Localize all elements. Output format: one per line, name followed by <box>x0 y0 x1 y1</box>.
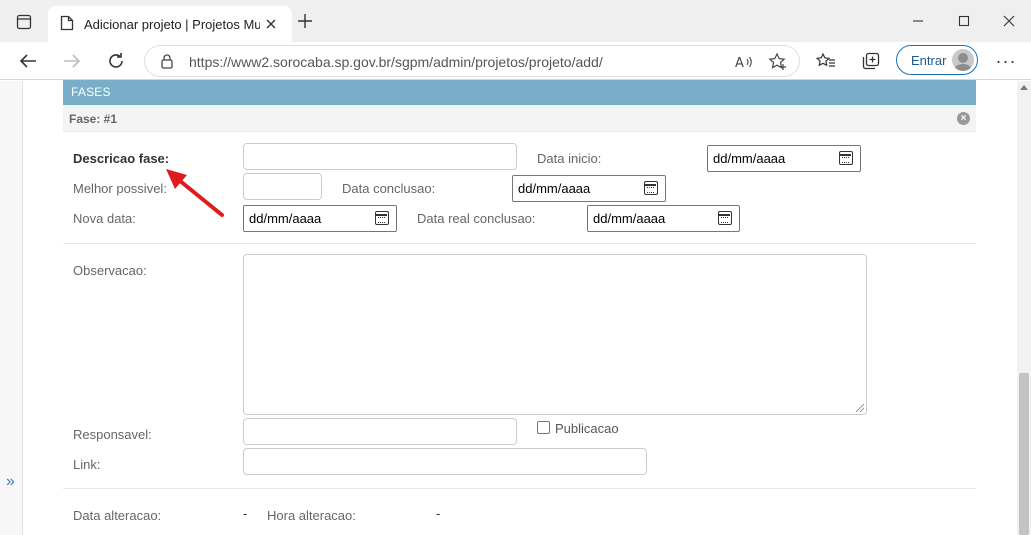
melhor-possivel-input[interactable] <box>243 173 322 200</box>
browser-toolbar: https://www2.sorocaba.sp.gov.br/sgpm/adm… <box>0 42 1031 80</box>
module-header: FASES <box>63 80 976 105</box>
calendar-icon[interactable] <box>839 151 853 165</box>
refresh-icon[interactable] <box>102 47 130 75</box>
data-inicio-input[interactable]: dd/mm/aaaa <box>707 145 861 172</box>
data-alteracao-label: Data alteracao: <box>73 508 162 523</box>
scroll-thumb[interactable] <box>1019 373 1029 535</box>
data-real-conclusao-value: dd/mm/aaaa <box>593 211 666 226</box>
signin-label: Entrar <box>911 52 947 68</box>
new-tab-icon[interactable] <box>294 10 316 32</box>
minimize-icon[interactable] <box>905 10 931 32</box>
calendar-icon[interactable] <box>375 211 389 225</box>
url-text[interactable]: https://www2.sorocaba.sp.gov.br/sgpm/adm… <box>189 54 603 70</box>
expand-sidebar-icon[interactable]: » <box>6 473 15 491</box>
data-conclusao-input[interactable]: dd/mm/aaaa <box>512 175 666 202</box>
favorites-icon[interactable] <box>812 47 840 75</box>
publicacao-label: Publicacao <box>555 421 619 436</box>
link-label: Link: <box>73 457 101 472</box>
tab-close-icon[interactable] <box>262 15 280 33</box>
row-divider <box>63 488 976 489</box>
forward-icon <box>58 47 86 75</box>
annotation-arrow-icon <box>166 169 224 217</box>
nova-data-input[interactable]: dd/mm/aaaa <box>243 205 397 232</box>
data-conclusao-value: dd/mm/aaaa <box>518 181 591 196</box>
data-inicio-value: dd/mm/aaaa <box>713 151 786 166</box>
browser-tab-bar: Adicionar projeto | Projetos Mun <box>0 0 1031 42</box>
responsavel-label: Responsavel: <box>73 427 152 442</box>
row-divider <box>63 243 976 244</box>
hora-alteracao-label: Hora alteracao: <box>267 508 356 523</box>
scroll-up-icon[interactable] <box>1020 85 1028 90</box>
hora-alteracao-value: - <box>436 506 441 521</box>
page-favicon-icon <box>60 15 74 34</box>
maximize-icon[interactable] <box>951 10 977 32</box>
nova-data-value: dd/mm/aaaa <box>249 211 322 226</box>
descricao-fase-input[interactable] <box>243 143 517 170</box>
data-real-conclusao-label: Data real conclusao: <box>417 211 536 226</box>
nova-data-label: Nova data: <box>73 211 136 226</box>
responsavel-input[interactable] <box>243 418 517 445</box>
lock-icon[interactable] <box>161 54 173 72</box>
avatar <box>952 49 974 71</box>
observacao-label: Observacao: <box>73 263 147 278</box>
data-conclusao-label: Data conclusao: <box>342 181 436 196</box>
calendar-icon[interactable] <box>644 181 658 195</box>
browser-tab[interactable]: Adicionar projeto | Projetos Mun <box>48 6 292 42</box>
back-icon[interactable] <box>14 47 42 75</box>
publicacao-checkbox[interactable] <box>537 421 550 434</box>
observacao-textarea[interactable] <box>243 254 867 415</box>
collections-icon[interactable] <box>857 47 885 75</box>
address-bar[interactable]: https://www2.sorocaba.sp.gov.br/sgpm/adm… <box>144 45 800 77</box>
descricao-fase-label: Descricao fase: <box>73 151 170 166</box>
melhor-possivel-label: Melhor possivel: <box>73 181 167 196</box>
signin-button[interactable]: Entrar <box>896 45 978 75</box>
link-input[interactable] <box>243 448 647 475</box>
resize-handle-icon[interactable] <box>856 404 864 412</box>
data-alteracao-value: - <box>243 506 248 521</box>
inline-title: Fase: #1 <box>69 112 118 126</box>
close-window-icon[interactable] <box>996 10 1022 32</box>
data-inicio-label: Data inicio: <box>537 151 602 166</box>
svg-text:A: A <box>735 56 744 70</box>
sidebar-collapsed: » <box>0 81 23 535</box>
delete-inline-icon[interactable]: × <box>957 112 970 125</box>
inline-header: Fase: #1 × <box>63 105 976 132</box>
add-favorite-icon[interactable] <box>767 51 789 73</box>
data-real-conclusao-input[interactable]: dd/mm/aaaa <box>587 205 740 232</box>
tab-actions-icon[interactable] <box>10 8 38 36</box>
calendar-icon[interactable] <box>718 211 732 225</box>
read-aloud-icon[interactable]: A <box>733 51 755 73</box>
page-scrollbar[interactable] <box>1017 81 1031 535</box>
more-menu-icon[interactable]: ··· <box>992 47 1020 75</box>
tab-title: Adicionar projeto | Projetos Mun <box>84 16 260 32</box>
